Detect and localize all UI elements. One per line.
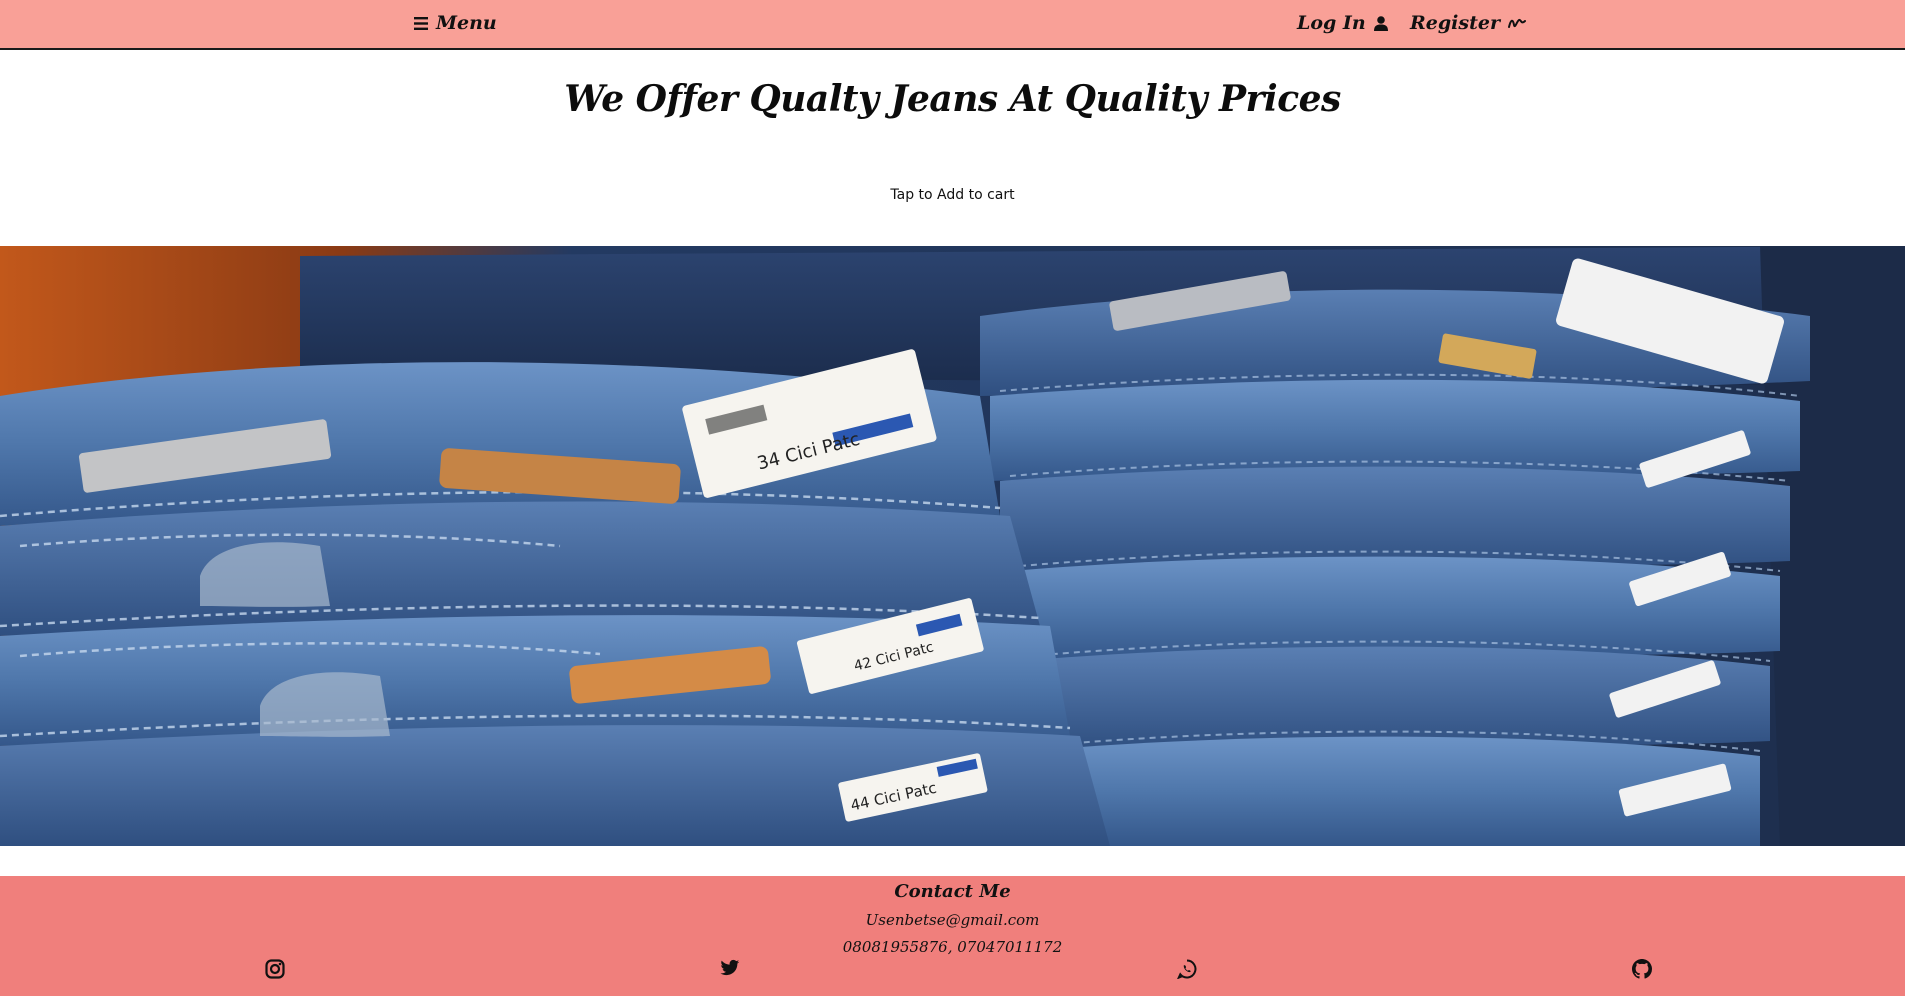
footer: Contact Me Usenbetse@gmail.com 080819558… [0,876,1905,996]
login-link[interactable]: Log In [1297,12,1388,34]
instagram-icon[interactable] [265,959,287,981]
jeans-banner-image[interactable]: 34 Cici Patc 42 Cici Patc 44 Cici Patc [0,246,1905,846]
contact-email[interactable]: Usenbetse@gmail.com [0,911,1905,929]
hamburger-icon [414,16,428,30]
user-icon [1373,15,1388,31]
register-link[interactable]: Register [1410,12,1526,34]
menu-label: Menu [436,12,497,34]
whatsapp-icon[interactable] [1176,959,1199,981]
top-navbar: Menu Log In Register [0,0,1905,50]
register-label: Register [1410,12,1500,34]
contact-phone[interactable]: 08081955876, 07047011172 [0,938,1905,956]
add-to-cart-hint[interactable]: Tap to Add to cart [0,187,1905,203]
signature-icon [1507,17,1526,29]
left-jeans-stack: 34 Cici Patc 42 Cici Patc 44 Cici Patc [0,349,1110,846]
page: Menu Log In Register We Offer Qualty Jea… [0,0,1905,996]
menu-button[interactable]: Menu [414,12,497,34]
github-icon[interactable] [1632,959,1654,981]
twitter-icon[interactable] [720,959,742,981]
login-label: Log In [1297,12,1366,34]
page-title: We Offer Qualty Jeans At Quality Prices [564,78,1341,120]
contact-heading: Contact Me [894,881,1011,902]
right-jeans-stack [980,258,1810,846]
